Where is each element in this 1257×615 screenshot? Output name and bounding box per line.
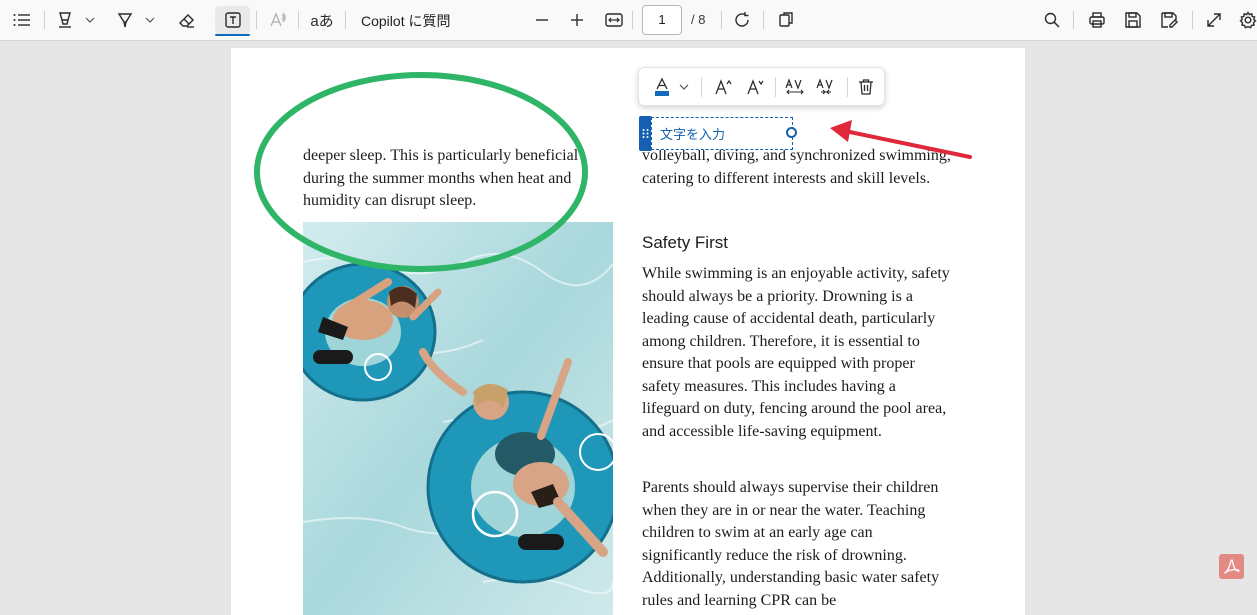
draw-options-button[interactable] [140, 6, 160, 34]
highlight-options-button[interactable] [80, 6, 100, 34]
pdf-app-icon [1219, 554, 1244, 579]
expand-icon [1207, 13, 1221, 27]
print-button[interactable] [1084, 6, 1110, 34]
add-text-button[interactable] [215, 6, 250, 34]
save-button[interactable] [1120, 6, 1146, 34]
decrease-font-size-button[interactable] [743, 75, 767, 99]
zoom-in-button[interactable] [565, 6, 589, 34]
text-box[interactable]: 文字を入力 [651, 117, 793, 150]
find-button[interactable] [1039, 6, 1065, 34]
settings-button[interactable] [1236, 6, 1257, 34]
zoom-out-button[interactable] [530, 6, 554, 34]
delete-text-button[interactable] [853, 75, 879, 99]
plus-icon [571, 14, 583, 26]
read-aloud-button[interactable] [264, 6, 292, 34]
page-total-label: / 8 [691, 12, 706, 27]
rotate-icon [735, 12, 749, 27]
section-heading: Safety First [642, 233, 728, 252]
left-column-paragraph: deeper sleep. This is particularly benef… [303, 147, 579, 209]
eraser-icon [179, 14, 194, 28]
rotate-button[interactable] [729, 6, 755, 34]
right-column-paragraph-top: volleyball, diving, and synchronized swi… [642, 147, 951, 187]
text-box-icon [224, 12, 241, 28]
copilot-ask-button[interactable]: Copilot に質問 [361, 11, 450, 31]
table-of-contents-button[interactable] [8, 6, 36, 34]
increase-spacing-button[interactable] [782, 75, 808, 99]
page-number-input[interactable]: 1 [642, 5, 682, 35]
full-screen-button[interactable] [1201, 6, 1227, 34]
save-as-icon [1161, 12, 1178, 28]
font-size-increase-icon [715, 79, 732, 95]
active-tool-indicator [215, 34, 250, 36]
text-box-resize-handle[interactable] [786, 127, 797, 138]
save-icon [1125, 12, 1141, 28]
right-column-paragraph-1: While swimming is an enjoyable activity,… [642, 265, 950, 440]
text-box-input[interactable]: 文字を入力 [660, 124, 725, 143]
chevron-down-icon [85, 17, 95, 23]
right-column-paragraph-2: Parents should always supervise their ch… [642, 479, 940, 609]
text-color-options-button[interactable] [677, 75, 691, 99]
page-view-icon [779, 12, 793, 27]
font-color-icon [655, 77, 669, 96]
chevron-down-icon [679, 84, 689, 90]
gear-icon [1239, 11, 1257, 29]
text-color-button[interactable] [649, 75, 675, 99]
save-as-button[interactable] [1156, 6, 1182, 34]
erase-button[interactable] [173, 6, 201, 34]
pdf-page: deeper sleep. This is particularly benef… [231, 48, 1025, 615]
pen-icon [117, 13, 133, 28]
trash-icon [859, 79, 873, 95]
text-format-toolbar [638, 67, 885, 106]
printer-icon [1089, 12, 1105, 28]
read-aloud-icon [270, 12, 286, 27]
fit-width-icon [605, 13, 623, 27]
page-view-button[interactable] [773, 6, 799, 34]
font-size-decrease-icon [747, 79, 764, 95]
draw-button[interactable] [113, 6, 137, 34]
translate-icon: aあ [310, 12, 334, 30]
decrease-spacing-button[interactable] [813, 75, 839, 99]
character-spacing-decrease-icon [816, 78, 833, 95]
highlighter-icon [59, 12, 71, 28]
pdf-icon [1223, 558, 1240, 574]
translate-button[interactable]: aあ [308, 6, 336, 34]
chevron-down-icon [145, 17, 155, 23]
highlight-button[interactable] [53, 6, 77, 34]
pool-photo-illustration [303, 222, 613, 615]
character-spacing-increase-icon [785, 78, 804, 95]
fit-to-width-button[interactable] [601, 6, 627, 34]
minus-icon [536, 19, 548, 21]
pool-photo [303, 222, 613, 615]
list-icon [13, 14, 30, 26]
increase-font-size-button[interactable] [711, 75, 735, 99]
search-icon [1044, 12, 1060, 28]
main-toolbar: aあ Copilot に質問 1 / 8 [0, 0, 1257, 41]
